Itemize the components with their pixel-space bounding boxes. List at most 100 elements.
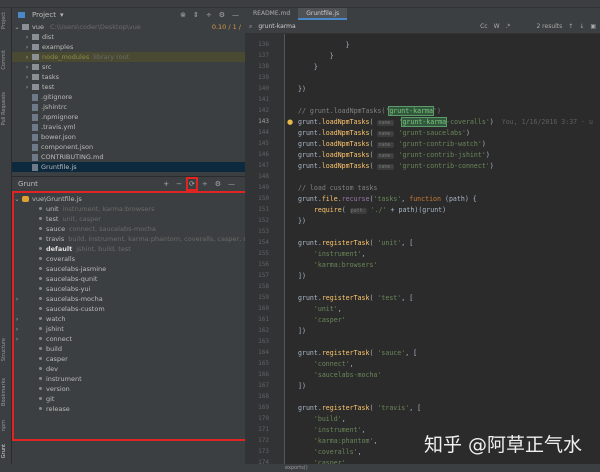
words-toggle[interactable]: W [494, 23, 500, 30]
hide-icon[interactable]: — [232, 11, 239, 19]
tree-root[interactable]: ⌄ vue C:\Users\coder\Desktop\vue 0.10 / 1… [12, 22, 245, 32]
chevron-right-icon[interactable]: › [22, 42, 32, 52]
lightbulb-icon[interactable]: ● [287, 118, 293, 126]
tree-label: .jshintrc [41, 103, 67, 111]
tree-file[interactable]: CONTRIBUTING.md [12, 152, 245, 162]
gear-icon[interactable]: ⚙ [215, 180, 221, 188]
toolstrip-pull-requests[interactable]: Pull Requests [1, 92, 11, 125]
code-line[interactable]: grunt.loadNpmTasks( name: 'grunt-saucela… [298, 129, 470, 137]
code-line[interactable]: }) [298, 85, 306, 93]
code-line[interactable]: }) [298, 217, 306, 225]
code-line[interactable]: } [298, 52, 334, 60]
prev-result-icon[interactable]: ↑ [568, 23, 573, 30]
tree-folder[interactable]: › test [12, 82, 245, 92]
toolstrip-bookmarks[interactable]: Bookmarks [1, 378, 11, 406]
chevron-right-icon[interactable]: › [22, 32, 32, 42]
next-result-icon[interactable]: ↓ [579, 23, 584, 30]
code-line[interactable]: 'unit', [298, 305, 342, 313]
code-line[interactable]: 'saucelabs-mocha' [298, 371, 382, 379]
chevron-right-icon[interactable]: › [22, 82, 32, 92]
tree-file[interactable]: component.json [12, 142, 245, 152]
chevron-right-icon[interactable]: › [22, 52, 32, 62]
breadcrumb[interactable]: exports() [285, 465, 308, 471]
tree-folder[interactable]: › src [12, 62, 245, 72]
code-line[interactable]: grunt.loadNpmTasks( name: 'grunt-karma-c… [298, 117, 594, 127]
code-line[interactable]: ]) [298, 272, 306, 280]
tree-folder[interactable]: › examples [12, 42, 245, 52]
tab-readme[interactable]: README.md [245, 8, 298, 20]
tree-file[interactable]: .npmignore [12, 112, 245, 122]
remove-icon[interactable]: − [176, 180, 182, 188]
code-line[interactable]: 'karma:phantom', [298, 437, 378, 445]
file-icon [32, 123, 38, 131]
locate-icon[interactable]: ⊗ [180, 11, 186, 19]
folder-icon [32, 44, 39, 50]
code-line[interactable]: require( path: './' + path)(grunt) [298, 206, 446, 214]
tree-file[interactable]: bower.json [12, 132, 245, 142]
code-line[interactable]: grunt.registerTask( 'unit', [ [298, 239, 413, 247]
collapse-all-icon[interactable]: ÷ [206, 11, 212, 19]
chevron-right-icon[interactable]: › [22, 72, 32, 82]
folder-icon [32, 84, 39, 90]
code-line[interactable]: ]) [298, 382, 306, 390]
refresh-icon[interactable]: ⟳ [186, 177, 198, 191]
expand-all-icon[interactable]: ⇕ [193, 11, 199, 19]
code-line[interactable]: // grunt.loadNpmTasks('grunt-karma') [298, 106, 441, 116]
code-line[interactable]: // load custom tasks [298, 184, 377, 192]
tree-label: .npmignore [41, 113, 79, 121]
code-line[interactable]: grunt.loadNpmTasks( name: 'grunt-contrib… [298, 140, 486, 148]
code-line[interactable]: grunt.file.recurse('tasks', function (pa… [298, 195, 477, 203]
tree-folder[interactable]: › tasks [12, 72, 245, 82]
filter-icon[interactable]: ▣ [590, 23, 596, 30]
file-icon [32, 113, 38, 121]
toolstrip-project[interactable]: Project [1, 12, 11, 29]
tab-gruntfile[interactable]: Gruntfile.js [298, 8, 348, 20]
search-input[interactable]: grunt-karma [258, 23, 295, 30]
folder-icon [32, 74, 39, 80]
toolstrip-commit[interactable]: Commit [1, 50, 11, 70]
code-line[interactable]: grunt.registerTask( 'test', [ [298, 294, 413, 302]
regex-toggle[interactable]: .* [506, 23, 511, 30]
project-title[interactable]: Project [32, 11, 56, 19]
code-line[interactable]: 'casper' [298, 316, 346, 324]
toolstrip-grunt[interactable]: Grunt [1, 444, 11, 458]
toolstrip-structure[interactable]: Structure [1, 338, 11, 361]
code-line[interactable]: ]) [298, 327, 306, 335]
code-line[interactable]: 'karma:browsers' [298, 261, 378, 269]
tree-label: bower.json [41, 133, 76, 141]
code-line[interactable]: 'instrument', [298, 426, 366, 434]
code-line[interactable]: grunt.registerTask( 'sauce', [ [298, 349, 417, 357]
code-line[interactable]: 'build', [298, 415, 346, 423]
code-line[interactable]: grunt.loadNpmTasks( name: 'grunt-contrib… [298, 162, 494, 170]
results-count: 2 results [536, 23, 563, 30]
toolstrip-npm[interactable]: npm [1, 420, 11, 431]
tool-window-strip: Project Commit Pull Requests Structure B… [0, 8, 12, 464]
tree-file[interactable]: .jshintrc [12, 102, 245, 112]
code-line[interactable]: 'coveralls', [298, 448, 362, 456]
tree-file[interactable]: .travis.yml [12, 122, 245, 132]
add-icon[interactable]: + [163, 180, 169, 188]
code-line[interactable]: grunt.loadNpmTasks( name: 'grunt-contrib… [298, 151, 490, 159]
chevron-down-icon[interactable]: ▾ [60, 11, 64, 19]
git-blame-annotation: You, 1/16/2016 3:37 · u [501, 118, 594, 126]
code-line[interactable]: } [298, 41, 350, 49]
code-line[interactable]: } [298, 63, 318, 71]
collapse-all-icon[interactable]: ÷ [202, 180, 208, 188]
tree-label: dist [42, 33, 54, 41]
tree-file[interactable]: Gruntfile.js [12, 162, 245, 172]
tree-folder[interactable]: › dist [12, 32, 245, 42]
watermark: 知乎 @阿草正气水 [423, 434, 582, 456]
tree-label: tasks [42, 73, 60, 81]
chevron-right-icon[interactable]: › [22, 62, 32, 72]
code-line[interactable]: grunt.registerTask( 'travis', [ [298, 404, 421, 412]
match-case-toggle[interactable]: Cc [480, 23, 488, 30]
code-line[interactable]: 'instrument', [298, 250, 366, 258]
hide-icon[interactable]: — [228, 180, 235, 188]
file-icon [32, 163, 38, 171]
gear-icon[interactable]: ⚙ [219, 11, 225, 19]
folder-icon [32, 64, 39, 70]
tree-label: .travis.yml [41, 123, 76, 131]
tree-folder[interactable]: › node_modules library root [12, 52, 245, 62]
tree-file[interactable]: .gitignore [12, 92, 245, 102]
code-line[interactable]: 'connect', [298, 360, 354, 368]
